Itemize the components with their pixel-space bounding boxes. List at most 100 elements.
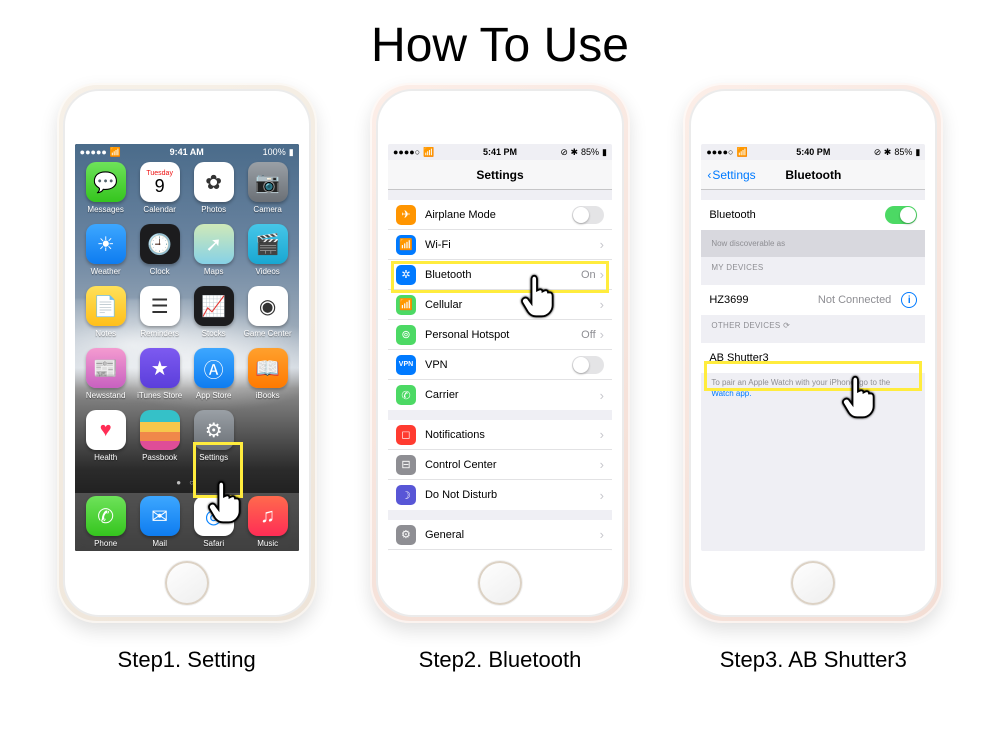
settings-row-wi-fi[interactable]: 📶 Wi-Fi› bbox=[388, 230, 612, 260]
chevron-right-icon: › bbox=[600, 237, 604, 252]
row-label: Wi-Fi bbox=[425, 239, 600, 251]
step1-caption: Step1. Setting bbox=[118, 647, 256, 673]
home-button[interactable] bbox=[165, 561, 209, 605]
back-button[interactable]: ‹Settings bbox=[707, 168, 755, 182]
settings-row-control-center[interactable]: ⊟Control Center› bbox=[388, 450, 612, 480]
music-icon: ♫ bbox=[248, 496, 288, 536]
step1-column: ●●●●● 📶 9:41 AM 100% ▮ 💬Messages Tuesday… bbox=[57, 83, 317, 673]
signal-dots-icon: ●●●●● bbox=[80, 147, 107, 157]
settings-list: ✈Airplane Mode📶Wi-Fi›✲BluetoothOn›📶Cellu… bbox=[388, 200, 612, 551]
settings-row-notifications[interactable]: ◻Notifications› bbox=[388, 420, 612, 450]
chevron-right-icon: › bbox=[600, 388, 604, 403]
bluetooth-screen: ●●●●○ 📶 5:40 PM ⊘ ✱ 85% ▮ ‹Settings Blue… bbox=[701, 144, 925, 551]
chevron-left-icon: ‹ bbox=[707, 168, 711, 182]
row-label: Notifications bbox=[425, 429, 600, 441]
dock: ✆Phone ✉Mail ◎Safari ♫Music bbox=[75, 493, 299, 551]
clock-icon: 🕘 bbox=[140, 224, 180, 264]
app-clock[interactable]: 🕘Clock bbox=[135, 224, 185, 276]
app-newsstand[interactable]: 📰Newsstand bbox=[81, 348, 131, 400]
status-bar: ●●●●○ 📶 5:41 PM ⊘ ✱ 85% ▮ bbox=[388, 144, 612, 160]
row-label: Cellular bbox=[425, 299, 600, 311]
toggle[interactable] bbox=[572, 356, 604, 374]
my-devices-label: MY DEVICES bbox=[701, 257, 925, 275]
app-appstore[interactable]: ⒶApp Store bbox=[189, 348, 239, 400]
settings-row-bluetooth[interactable]: ✲BluetoothOn› bbox=[388, 260, 612, 290]
device-row-ab-shutter3[interactable]: AB Shutter3 bbox=[701, 343, 925, 373]
chevron-right-icon: › bbox=[600, 267, 604, 282]
videos-icon: 🎬 bbox=[248, 224, 288, 264]
dock-phone[interactable]: ✆Phone bbox=[86, 496, 126, 548]
cellular-icon: 📶 bbox=[396, 295, 416, 315]
step2-column: ●●●●○ 📶 5:41 PM ⊘ ✱ 85% ▮ Settings ✈Airp… bbox=[370, 83, 630, 673]
home-button[interactable] bbox=[791, 561, 835, 605]
phone-icon: ✆ bbox=[86, 496, 126, 536]
phone-row: ●●●●● 📶 9:41 AM 100% ▮ 💬Messages Tuesday… bbox=[0, 83, 1000, 673]
info-icon[interactable]: i bbox=[901, 292, 917, 308]
bluetooth-icon: ✲ bbox=[396, 265, 416, 285]
app-videos[interactable]: 🎬Videos bbox=[243, 224, 293, 276]
device-status: Not Connected bbox=[818, 294, 891, 306]
app-passbook[interactable]: Passbook bbox=[135, 410, 185, 462]
app-reminders[interactable]: ☰Reminders bbox=[135, 286, 185, 338]
bluetooth-toggle-row[interactable]: Bluetooth bbox=[701, 200, 925, 230]
itunes-icon: ★ bbox=[140, 348, 180, 388]
dnd-icon: ☽ bbox=[396, 485, 416, 505]
nav-title: Settings bbox=[476, 168, 523, 182]
toggle[interactable] bbox=[572, 206, 604, 224]
signal-dots-icon: ●●●●○ bbox=[393, 147, 420, 157]
app-maps[interactable]: ➚Maps bbox=[189, 224, 239, 276]
app-health[interactable]: ♥Health bbox=[81, 410, 131, 462]
home-screen: ●●●●● 📶 9:41 AM 100% ▮ 💬Messages Tuesday… bbox=[75, 144, 299, 551]
row-label: General bbox=[425, 529, 600, 541]
bluetooth-toggle[interactable] bbox=[885, 206, 917, 224]
ibooks-icon: 📖 bbox=[248, 348, 288, 388]
settings-row-personal-hotspot[interactable]: ⊚Personal HotspotOff› bbox=[388, 320, 612, 350]
chevron-right-icon: › bbox=[600, 327, 604, 342]
carrier-icon: ✆ bbox=[396, 385, 416, 405]
notes-icon: 📄 bbox=[86, 286, 126, 326]
settings-row-carrier[interactable]: ✆Carrier› bbox=[388, 380, 612, 410]
app-settings[interactable]: ⚙Settings bbox=[189, 410, 239, 462]
row-label: Do Not Disturb bbox=[425, 489, 600, 501]
battery-text: 85% bbox=[894, 147, 912, 157]
stocks-icon: 📈 bbox=[194, 286, 234, 326]
app-gamecenter[interactable]: ◉Game Center bbox=[243, 286, 293, 338]
settings-row-display-brightness[interactable]: ᴀADisplay & Brightness› bbox=[388, 550, 612, 551]
watch-app-link[interactable]: Watch app. bbox=[711, 389, 751, 398]
app-photos[interactable]: ✿Photos bbox=[189, 162, 239, 214]
settings-row-do-not-disturb[interactable]: ☽Do Not Disturb› bbox=[388, 480, 612, 510]
mail-icon: ✉ bbox=[140, 496, 180, 536]
step3-caption: Step3. AB Shutter3 bbox=[720, 647, 907, 673]
app-notes[interactable]: 📄Notes bbox=[81, 286, 131, 338]
settings-row-cellular[interactable]: 📶Cellular› bbox=[388, 290, 612, 320]
dock-music[interactable]: ♫Music bbox=[248, 496, 288, 548]
page-title: How To Use bbox=[0, 0, 1000, 83]
row-label: Airplane Mode bbox=[425, 209, 572, 221]
weather-icon: ☀ bbox=[86, 224, 126, 264]
device-row-hz3699[interactable]: HZ3699Not Connectedi bbox=[701, 285, 925, 315]
calendar-icon: Tuesday9 bbox=[140, 162, 180, 202]
app-ibooks[interactable]: 📖iBooks bbox=[243, 348, 293, 400]
health-icon: ♥ bbox=[86, 410, 126, 450]
home-button[interactable] bbox=[478, 561, 522, 605]
device-name: AB Shutter3 bbox=[709, 352, 917, 364]
watch-hint: To pair an Apple Watch with your iPhone,… bbox=[701, 373, 925, 403]
iphone-rose: ●●●●○ 📶 5:41 PM ⊘ ✱ 85% ▮ Settings ✈Airp… bbox=[370, 83, 630, 623]
wifi-icon: 📶 bbox=[396, 235, 416, 255]
app-camera[interactable]: 📷Camera bbox=[243, 162, 293, 214]
settings-row-general[interactable]: ⚙General› bbox=[388, 520, 612, 550]
settings-row-vpn[interactable]: VPNVPN bbox=[388, 350, 612, 380]
messages-icon: 💬 bbox=[86, 162, 126, 202]
dock-safari[interactable]: ◎Safari bbox=[194, 496, 234, 548]
app-weather[interactable]: ☀Weather bbox=[81, 224, 131, 276]
dock-mail[interactable]: ✉Mail bbox=[140, 496, 180, 548]
app-messages[interactable]: 💬Messages bbox=[81, 162, 131, 214]
iphone-gold: ●●●●● 📶 9:41 AM 100% ▮ 💬Messages Tuesday… bbox=[57, 83, 317, 623]
app-itunesstore[interactable]: ★iTunes Store bbox=[135, 348, 185, 400]
app-stocks[interactable]: 📈Stocks bbox=[189, 286, 239, 338]
step3-column: ●●●●○ 📶 5:40 PM ⊘ ✱ 85% ▮ ‹Settings Blue… bbox=[683, 83, 943, 673]
settings-row-airplane-mode[interactable]: ✈Airplane Mode bbox=[388, 200, 612, 230]
app-calendar[interactable]: Tuesday9Calendar bbox=[135, 162, 185, 214]
row-value: On bbox=[581, 269, 596, 281]
chevron-right-icon: › bbox=[600, 457, 604, 472]
